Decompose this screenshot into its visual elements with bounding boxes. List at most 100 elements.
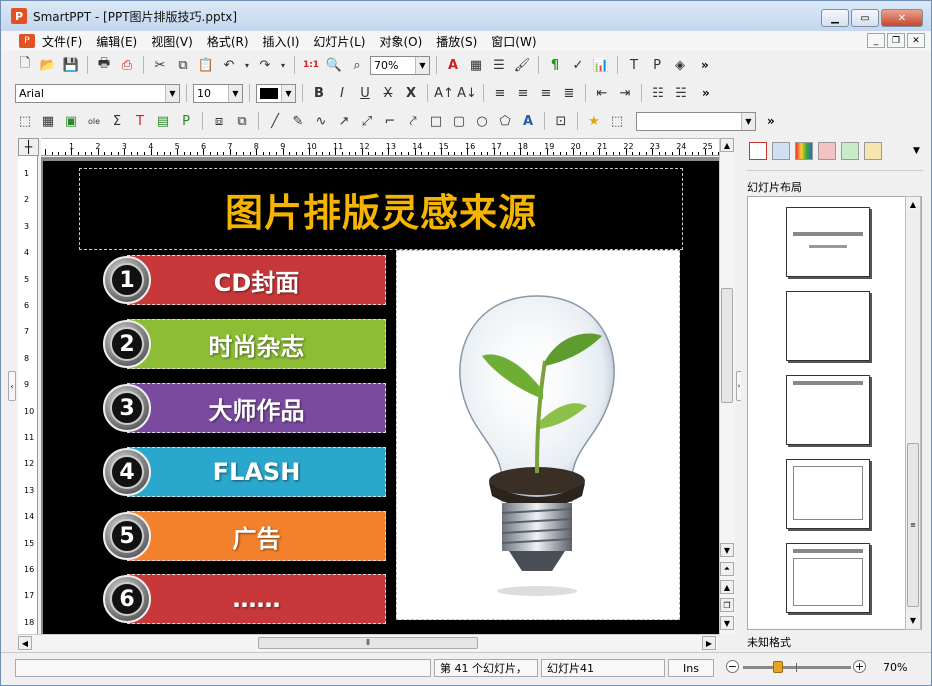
print-icon[interactable]: 🖶 (94, 55, 114, 75)
pen-icon[interactable]: ✎ (288, 111, 308, 131)
toolbar-more-button[interactable]: » (702, 86, 710, 100)
zoom-out-icon[interactable]: − (726, 660, 739, 673)
grow-font-icon[interactable]: A↑ (434, 83, 454, 103)
image-icon[interactable]: ▣ (61, 111, 81, 131)
text-frame-icon[interactable]: T (624, 55, 644, 75)
group-icon[interactable]: ⧈ (209, 111, 229, 131)
curved-connector-icon[interactable]: ⤤ (403, 111, 423, 131)
list-item[interactable]: CD封面 1 (103, 255, 386, 305)
italic-icon[interactable]: I (332, 83, 352, 103)
underline-icon[interactable]: U (355, 83, 375, 103)
style-select[interactable]: ▼ (636, 111, 756, 131)
zoom-icon[interactable]: ⌕ (347, 55, 367, 75)
effects-icon[interactable]: ⬚ (607, 111, 627, 131)
left-pane-toggle[interactable]: ‹ (8, 371, 16, 401)
list-item[interactable]: FLASH 4 (103, 447, 386, 497)
rounded-rect-icon[interactable]: ▢ (449, 111, 469, 131)
paste-icon[interactable]: 📋 (196, 55, 216, 75)
ungroup-icon[interactable]: ⧉ (232, 111, 252, 131)
layout-content[interactable] (786, 459, 870, 529)
list-icon[interactable]: ☰ (489, 55, 509, 75)
first-slide-icon[interactable]: ⏶ (720, 562, 734, 576)
scroll-down-icon[interactable]: ▼ (720, 543, 734, 557)
line-icon[interactable]: ╱ (265, 111, 285, 131)
textbox-icon[interactable]: ⬚ (15, 111, 35, 131)
cut-icon[interactable]: ✂ (150, 55, 170, 75)
paragraph-icon[interactable]: ¶ (545, 55, 565, 75)
justify-icon[interactable]: ≣ (559, 83, 579, 103)
text-style-icon[interactable]: A (443, 55, 463, 75)
align-left-icon[interactable]: ≡ (490, 83, 510, 103)
layout-title-content[interactable] (786, 543, 870, 613)
scroll-thumb[interactable]: ⦀ (258, 637, 478, 649)
menu-window[interactable]: 窗口(W) (484, 33, 543, 50)
list-item[interactable]: 时尚杂志 2 (103, 319, 386, 369)
rectangle-icon[interactable]: □ (426, 111, 446, 131)
font-color-select[interactable]: ▼ (256, 83, 296, 103)
doc-restore-button[interactable]: ❐ (887, 33, 905, 48)
decrease-indent-icon[interactable]: ⇤ (592, 83, 612, 103)
zoom-in-icon[interactable]: + (853, 660, 866, 673)
menu-insert[interactable]: 插入(I) (256, 33, 307, 50)
layout-blank[interactable] (786, 291, 870, 361)
animation-panel-icon[interactable] (818, 142, 836, 160)
zoom-slider-thumb[interactable] (773, 661, 783, 673)
scroll-up-icon[interactable]: ▲ (720, 138, 734, 152)
text-tool-icon[interactable]: T (130, 111, 150, 131)
font-name-select[interactable]: Arial ▼ (15, 83, 180, 103)
panel-menu-icon[interactable]: ▼ (913, 146, 920, 156)
brush-icon[interactable]: 🖌 (512, 55, 532, 75)
layout-list-scrollbar[interactable]: ▲ ≡ ▼ (905, 196, 921, 630)
transition-panel-icon[interactable] (841, 142, 859, 160)
spellcheck-icon[interactable]: ✓ (568, 55, 588, 75)
scroll-up-icon[interactable]: ▲ (906, 197, 920, 211)
scroll-thumb[interactable]: ≡ (907, 443, 919, 607)
curve-icon[interactable]: ∿ (311, 111, 331, 131)
shrink-font-icon[interactable]: A↓ (457, 83, 477, 103)
crop-icon[interactable]: ⊡ (551, 111, 571, 131)
maximize-button[interactable]: ▭ (851, 9, 879, 27)
zoom-slider-track[interactable] (743, 666, 851, 669)
menu-slide[interactable]: 幻灯片(L) (306, 33, 372, 50)
editor-vertical-scrollbar[interactable]: ▲ ▼ ⏶ ▲ ❐ ▼ (719, 138, 735, 634)
editor-horizontal-scrollbar[interactable]: ◀ ⦀ ▶ (18, 634, 718, 651)
layout-title-slide[interactable] (786, 207, 870, 277)
colors-panel-icon[interactable] (795, 142, 813, 160)
close-button[interactable]: ✕ (881, 9, 923, 27)
undo-icon[interactable]: ↶ (219, 55, 239, 75)
align-center-icon[interactable]: ≡ (513, 83, 533, 103)
list-item[interactable]: 大师作品 3 (103, 383, 386, 433)
undo-dropdown-icon[interactable]: ▾ (242, 55, 252, 75)
menu-play[interactable]: 播放(S) (429, 33, 484, 50)
connector-icon[interactable]: ⤢ (357, 111, 377, 131)
previous-slide-icon[interactable]: ▲ (720, 580, 734, 594)
scroll-thumb[interactable] (721, 288, 733, 403)
picture-tool-icon[interactable]: P (176, 111, 196, 131)
scroll-left-icon[interactable]: ◀ (18, 636, 32, 650)
increase-indent-icon[interactable]: ⇥ (615, 83, 635, 103)
minimize-button[interactable]: ▁ (821, 9, 849, 27)
elbow-connector-icon[interactable]: ⌐ (380, 111, 400, 131)
shapes-icon[interactable]: ⬠ (495, 111, 515, 131)
pdf-icon[interactable]: ⎙ (117, 55, 137, 75)
slide-title-box[interactable]: 图片排版灵感来源 (79, 168, 683, 250)
next-slide-icon[interactable]: ▼ (720, 616, 734, 630)
picture-frame-icon[interactable]: P (647, 55, 667, 75)
table-icon[interactable]: ▦ (466, 55, 486, 75)
lightbulb-plant-image[interactable] (396, 250, 680, 620)
zoom-select[interactable]: 70% ▼ (370, 55, 430, 75)
align-right-icon[interactable]: ≡ (536, 83, 556, 103)
list-item[interactable]: …… 6 (103, 574, 386, 624)
save-icon[interactable]: 💾 (61, 55, 81, 75)
toolbar-more-button[interactable]: » (767, 114, 775, 128)
chart-icon[interactable]: 📊 (591, 55, 611, 75)
strikethrough-icon[interactable]: X (378, 83, 398, 103)
bold-icon[interactable]: B (309, 83, 329, 103)
copy-icon[interactable]: ⧉ (173, 55, 193, 75)
menu-format[interactable]: 格式(R) (200, 33, 256, 50)
zoom-in-icon[interactable]: 🔍 (324, 55, 344, 75)
object-icon[interactable]: ◈ (670, 55, 690, 75)
menu-edit[interactable]: 编辑(E) (89, 33, 144, 50)
frame-icon[interactable]: ▤ (153, 111, 173, 131)
design-panel-icon[interactable] (772, 142, 790, 160)
